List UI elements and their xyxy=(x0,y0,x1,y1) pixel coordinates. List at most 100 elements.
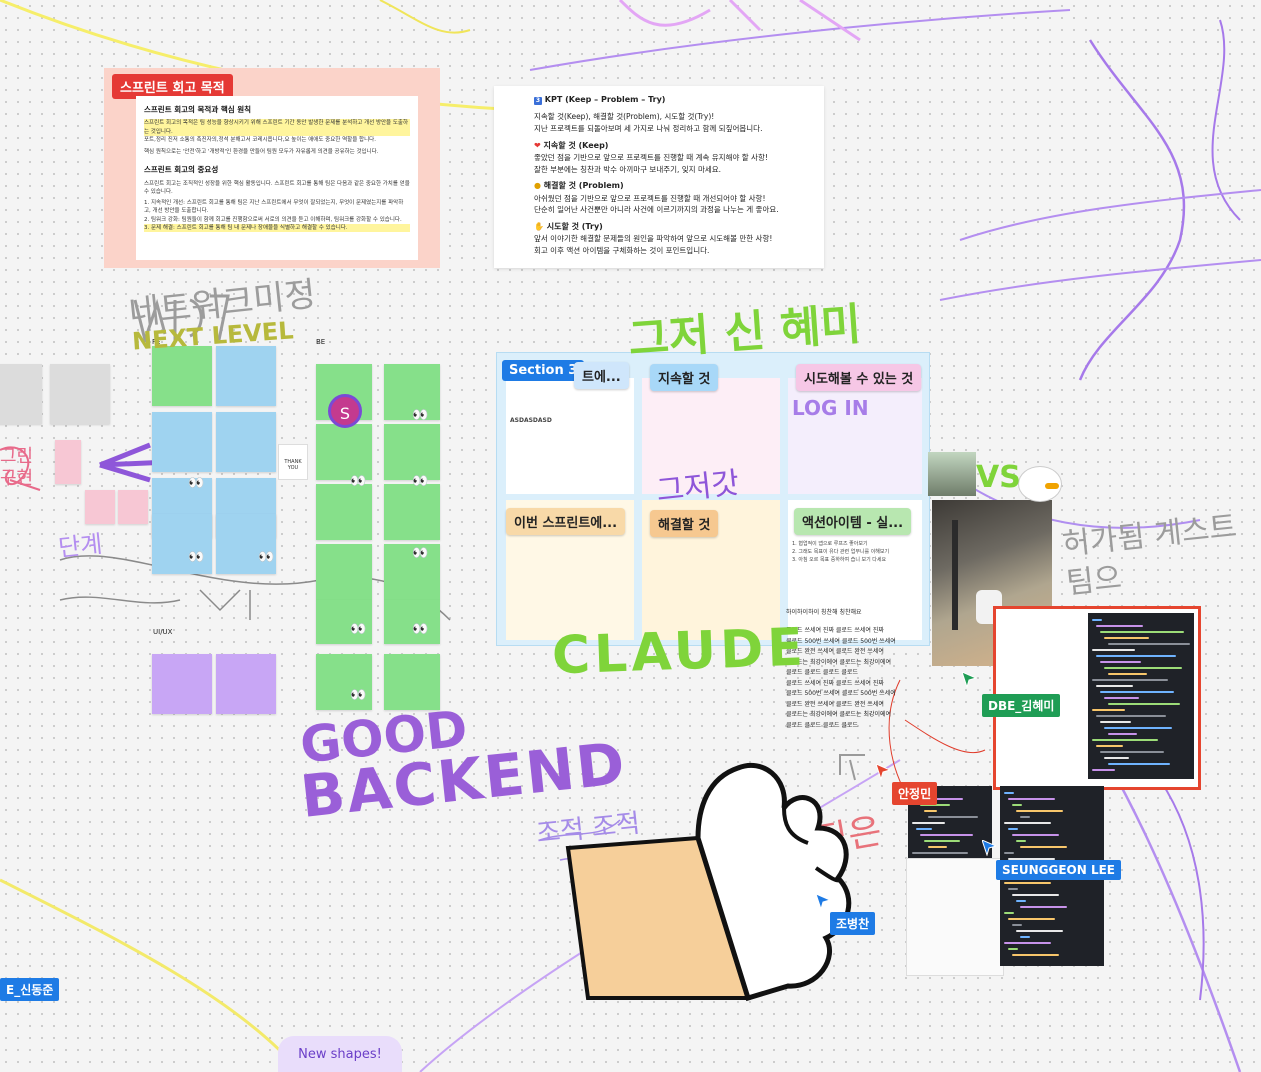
kpt-title-text: KPT (Keep – Problem – Try) xyxy=(544,95,666,104)
sticky-be-6[interactable] xyxy=(384,484,440,540)
uiux-label: UI/UX xyxy=(153,628,173,636)
handwriting-grey-right[interactable]: 허가됨 게스트 팀으 xyxy=(1060,507,1247,603)
section-col-3[interactable]: LOG IN xyxy=(788,378,922,494)
sticky-be-12[interactable] xyxy=(384,654,440,710)
purple-curve-top xyxy=(529,9,1071,71)
handwriting-pink-left[interactable]: 그린 구현 xyxy=(0,446,40,489)
handwriting-purple-mid[interactable]: 그저갓 xyxy=(654,458,741,510)
new-shapes-toast[interactable]: New shapes! xyxy=(278,1036,402,1072)
kpt-problem-2: 단순히 일어난 사건뿐만 아니라 사건에 이르기까지의 과정을 나누는 게 좋아… xyxy=(534,205,779,215)
col-title-keep[interactable]: 지속할 것 xyxy=(650,364,719,391)
cheer-line: 클로드 500번 쓰세여 클로드 500번 쓰세여 xyxy=(786,690,896,697)
cheer-line: 클로드 쓰세여 진짜 클로드 쓰세여 진짜 xyxy=(786,679,884,687)
eyes-icon: 👀 xyxy=(412,546,429,561)
sticky-fe-8[interactable] xyxy=(216,514,276,574)
code-line xyxy=(1096,715,1166,717)
code-line xyxy=(1008,918,1055,920)
handwriting-vs[interactable]: VS xyxy=(976,460,1021,495)
handwriting-purple-left[interactable]: 단계 xyxy=(56,524,104,563)
yellow-line-bottom xyxy=(0,878,302,1072)
code-line xyxy=(1104,727,1172,729)
code-line xyxy=(1104,697,1139,699)
cursor-arrow-icon xyxy=(962,672,976,688)
code-line xyxy=(1100,661,1141,663)
sticky-fe-7[interactable] xyxy=(152,514,212,574)
kpt-try-title: ✋ 시도할 것 (Try) xyxy=(534,221,603,231)
code-line xyxy=(1008,888,1018,890)
sticky-be-3[interactable] xyxy=(316,424,372,480)
sticky-be-5[interactable] xyxy=(316,484,372,540)
sticky-be-4[interactable] xyxy=(384,424,440,480)
sticky-pink-1[interactable] xyxy=(55,440,81,484)
kpt-title: 3 KPT (Keep – Problem – Try) xyxy=(534,94,784,106)
log-in-note: LOG IN xyxy=(792,396,869,420)
sticky-fe-2[interactable] xyxy=(216,346,276,406)
col-title-action-item[interactable]: 액션아이템 - 실... xyxy=(794,508,912,535)
hands-icon: ✋ xyxy=(534,221,544,231)
cursor-label-cho: 조병찬 xyxy=(830,912,876,935)
retro-purpose-document[interactable]: 스프린트 회고의 목적과 핵심 원칙 스프린트 회고의 목적은 팀 성능을 향상… xyxy=(136,96,418,260)
code-line xyxy=(928,846,947,848)
sticky-pink-2[interactable] xyxy=(85,490,115,524)
code-line xyxy=(1016,810,1063,812)
code-line xyxy=(1016,840,1026,842)
cursor-arrow-icon xyxy=(876,764,890,780)
code-line xyxy=(1104,667,1182,669)
retro-item-3: 3. 문제 해결: 스프린트 회고를 통해 팀 내 문제나 장애물을 식별하고 … xyxy=(144,223,410,232)
retro-heading-1: 스프린트 회고의 목적과 핵심 원칙 xyxy=(144,105,252,114)
code-line xyxy=(1100,691,1174,693)
duck-sticker[interactable] xyxy=(1018,466,1062,502)
sticky-fe-4[interactable] xyxy=(216,412,276,472)
thumbs-up-sticker[interactable] xyxy=(548,748,860,1004)
code-line xyxy=(1020,906,1067,908)
retro-heading-2: 스프린트 회고의 중요성 xyxy=(144,165,219,175)
sticky-fe-3[interactable] xyxy=(152,412,212,472)
cursor-label-ahn: 안정민 xyxy=(892,782,938,805)
code-line xyxy=(1108,763,1170,765)
kpt-card[interactable]: 3 KPT (Keep – Problem – Try) 지속할 것(Keep)… xyxy=(494,86,824,268)
section-3-tag[interactable]: Section 3 xyxy=(502,360,585,381)
code-line xyxy=(1016,930,1063,932)
sticky-be-7[interactable] xyxy=(316,544,372,600)
col-title-problem[interactable]: 해결할 것 xyxy=(650,510,719,537)
cursor-arrow-icon xyxy=(816,894,830,910)
code-line xyxy=(1008,828,1018,830)
col-title-this-sprint[interactable]: 이번 스프린트에... xyxy=(506,508,626,535)
sticky-pink-3[interactable] xyxy=(118,490,148,524)
col-title-sprint[interactable]: 트에... xyxy=(574,362,629,389)
code-line xyxy=(924,840,960,842)
avatar[interactable]: S xyxy=(328,394,362,428)
cheer-line: 클로드 클로드 클로드 클로드 xyxy=(786,721,858,729)
retro-para-2: 포트,정리 진저 소통의 촉진자의,정석 분해고서 코레시옵니다,요 높이는 애… xyxy=(144,136,376,143)
thank-you-card[interactable]: THANK YOU xyxy=(278,444,308,480)
eyes-icon: 👀 xyxy=(188,550,205,565)
section-col-1[interactable]: ASDASDASD xyxy=(506,378,634,494)
robot-photo-small[interactable] xyxy=(928,452,976,496)
chat-window-small[interactable] xyxy=(906,858,1004,976)
sticky-uiux-2[interactable] xyxy=(216,654,276,714)
sticky-uiux-1[interactable] xyxy=(152,654,212,714)
code-line xyxy=(920,834,973,836)
code-line xyxy=(1012,834,1059,836)
sticky-grey-2[interactable] xyxy=(50,364,110,424)
sticky-grey-1[interactable] xyxy=(0,364,42,424)
cheer-line: 클로드는 최강이에여 클로드는 최강이에여 xyxy=(786,711,892,718)
col-title-try[interactable]: 시도해볼 수 있는 것 xyxy=(796,364,922,391)
code-line xyxy=(912,852,968,854)
code-line xyxy=(1092,679,1168,681)
retro-item-2: 2. 팀워크 강화: 팀원들이 함께 회고를 진행함으로써 서로의 의견을 듣고… xyxy=(144,216,402,223)
code-editor-panel xyxy=(1088,613,1194,779)
eyes-icon: 👀 xyxy=(188,476,205,491)
cursor-label-shin: E_신동준 xyxy=(0,978,60,1001)
handwriting-claude[interactable]: CLAUDE xyxy=(551,618,808,687)
action-item-3: 3. 아침 오르 목표 중하하여 습니 보기 다세요 xyxy=(792,557,887,563)
code-line xyxy=(1092,619,1102,621)
code-line xyxy=(916,828,932,830)
code-line xyxy=(1100,721,1131,723)
code-line xyxy=(1108,733,1137,735)
number-icon: 3 xyxy=(534,97,542,105)
kpt-problem-1: 아쉬웠던 점을 기반으로 앞으로 프로젝트를 진행할 때 개선되어야 할 사항! xyxy=(534,193,766,203)
retro-para-3: 핵심 원칙으로는 '안전'하고 '개방적'인 환경을 만들어 팀원 모두가 자유… xyxy=(144,149,379,155)
code-line xyxy=(1108,703,1180,705)
sticky-fe-1[interactable] xyxy=(152,346,212,406)
